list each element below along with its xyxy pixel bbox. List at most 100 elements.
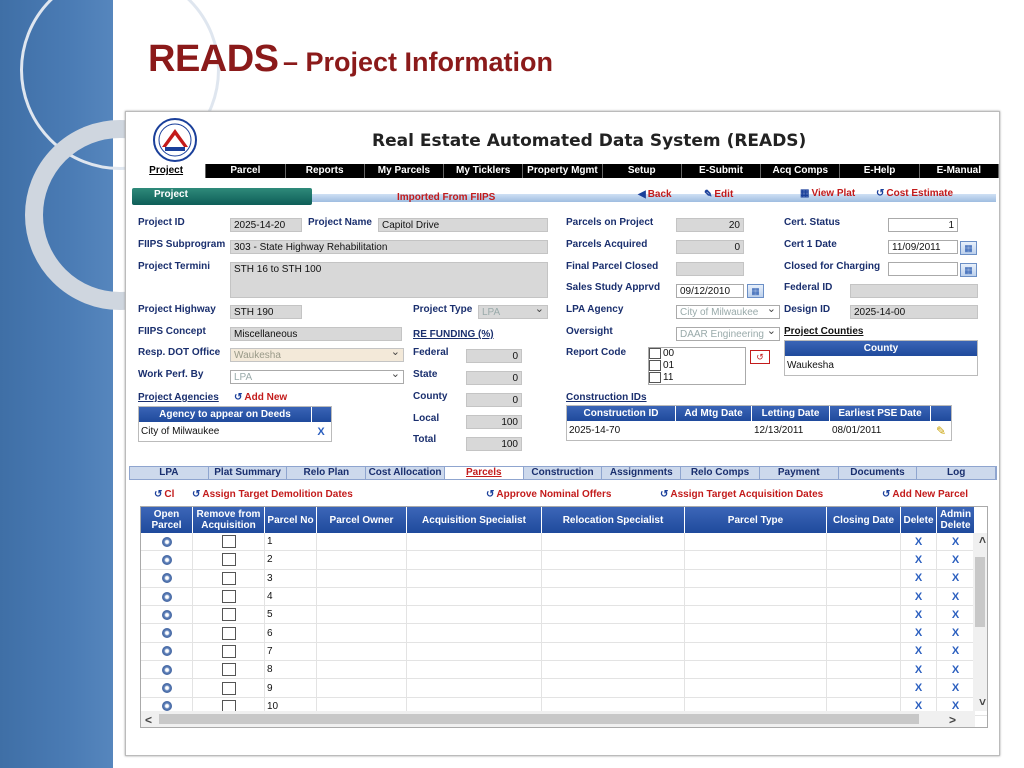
vertical-scrollbar[interactable] xyxy=(973,533,987,711)
horizontal-scroll-thumb[interactable] xyxy=(159,714,919,724)
approve-nominal-link[interactable]: ↺ Approve Nominal Offers xyxy=(486,489,611,500)
open-parcel-icon[interactable] xyxy=(161,554,172,565)
design-id-field[interactable]: 2025-14-00 xyxy=(850,305,978,319)
delete-icon[interactable]: X xyxy=(915,664,922,676)
nav-my-ticklers[interactable]: My Ticklers xyxy=(444,164,524,178)
sales-study-field[interactable]: 09/12/2010 xyxy=(676,284,744,298)
open-parcel-icon[interactable] xyxy=(161,683,172,694)
project-name-field[interactable]: Capitol Drive xyxy=(378,218,548,232)
grid-header-delete[interactable]: Delete xyxy=(901,507,937,533)
tab-lpa[interactable]: LPA xyxy=(130,467,209,479)
nav-my-parcels[interactable]: My Parcels xyxy=(365,164,445,178)
add-parcel-link[interactable]: ↺ Add New Parcel xyxy=(882,489,968,500)
nav-acq-comps[interactable]: Acq Comps xyxy=(761,164,841,178)
nav-e-help[interactable]: E-Help xyxy=(840,164,920,178)
federal-id-field[interactable] xyxy=(850,284,978,298)
tab-relo-comps[interactable]: Relo Comps xyxy=(681,467,760,479)
remove-from-acquisition-checkbox[interactable] xyxy=(221,590,236,604)
admin-delete-icon[interactable]: X xyxy=(952,554,959,566)
admin-delete-icon[interactable]: X xyxy=(952,536,959,548)
nav-e-manual[interactable]: E-Manual xyxy=(920,164,999,178)
open-parcel-icon[interactable] xyxy=(161,646,172,657)
admin-delete-icon[interactable]: X xyxy=(952,609,959,621)
remove-from-acquisition-checkbox[interactable] xyxy=(221,626,236,640)
report-code-refresh-icon[interactable]: ↺ xyxy=(750,350,770,364)
tab-payment[interactable]: Payment xyxy=(760,467,839,479)
scroll-right-icon[interactable]: > xyxy=(949,713,956,727)
tab-plat-summary[interactable]: Plat Summary xyxy=(209,467,288,479)
open-parcel-icon[interactable] xyxy=(161,701,172,712)
project-highway-field[interactable]: STH 190 xyxy=(230,305,302,319)
nav-parcel[interactable]: Parcel xyxy=(206,164,286,178)
grid-header-parcel-owner[interactable]: Parcel Owner xyxy=(317,507,407,533)
grid-header-relocation-specialist[interactable]: Relocation Specialist xyxy=(542,507,685,533)
cert1-date-field[interactable]: 11/09/2011 xyxy=(888,240,958,254)
project-id-field[interactable]: 2025-14-20 xyxy=(230,218,302,232)
tab-relo-plan[interactable]: Relo Plan xyxy=(287,467,367,479)
back-link[interactable]: ◀ Back xyxy=(638,189,672,200)
delete-icon[interactable]: X xyxy=(915,572,922,584)
tab-cost-allocation[interactable]: Cost Allocation xyxy=(366,467,445,479)
parcels-acquired-field[interactable]: 0 xyxy=(676,240,744,254)
assign-demolition-link[interactable]: ↺ Assign Target Demolition Dates xyxy=(192,489,353,500)
fiips-concept-field[interactable]: Miscellaneous xyxy=(230,327,402,341)
delete-agency-icon[interactable]: X xyxy=(317,426,324,438)
grid-header-acquisition-specialist[interactable]: Acquisition Specialist xyxy=(407,507,542,533)
ci-link[interactable]: ↺ Cl xyxy=(154,489,174,500)
open-parcel-icon[interactable] xyxy=(161,536,172,547)
oversight-select[interactable]: DAAR Engineering xyxy=(676,327,780,341)
remove-from-acquisition-checkbox[interactable] xyxy=(221,553,236,567)
remove-from-acquisition-checkbox[interactable] xyxy=(221,644,236,658)
grid-header-closing-date[interactable]: Closing Date xyxy=(827,507,901,533)
federal-funding-field[interactable]: 0 xyxy=(466,349,522,363)
nav-e-submit[interactable]: E-Submit xyxy=(682,164,762,178)
admin-delete-icon[interactable]: X xyxy=(952,682,959,694)
delete-icon[interactable]: X xyxy=(915,591,922,603)
remove-from-acquisition-checkbox[interactable] xyxy=(221,535,236,549)
project-section-tab[interactable]: Project xyxy=(132,188,312,205)
calendar-icon[interactable]: ▦ xyxy=(960,263,977,277)
scroll-down-icon[interactable]: ˅ xyxy=(979,695,986,709)
grid-header-parcel-type[interactable]: Parcel Type xyxy=(685,507,827,533)
assign-acquisition-link[interactable]: ↺ Assign Target Acquisition Dates xyxy=(660,489,823,500)
open-parcel-icon[interactable] xyxy=(161,628,172,639)
total-funding-field[interactable]: 100 xyxy=(466,437,522,451)
calendar-icon[interactable]: ▦ xyxy=(960,241,977,255)
nav-property-mgmt[interactable]: Property Mgmt xyxy=(523,164,603,178)
nav-project[interactable]: Project xyxy=(127,164,207,178)
closed-charging-field[interactable] xyxy=(888,262,958,276)
horizontal-scrollbar[interactable] xyxy=(141,711,975,727)
admin-delete-icon[interactable]: X xyxy=(952,572,959,584)
scroll-up-icon[interactable]: ˄ xyxy=(979,533,986,547)
scroll-left-icon[interactable]: < xyxy=(145,713,152,727)
remove-from-acquisition-checkbox[interactable] xyxy=(221,571,236,585)
admin-delete-icon[interactable]: X xyxy=(952,664,959,676)
delete-icon[interactable]: X xyxy=(915,536,922,548)
delete-icon[interactable]: X xyxy=(915,609,922,621)
calendar-icon[interactable]: ▦ xyxy=(747,284,764,298)
edit-link[interactable]: ✎ Edit xyxy=(704,189,733,200)
tab-documents[interactable]: Documents xyxy=(839,467,918,479)
remove-from-acquisition-checkbox[interactable] xyxy=(221,681,236,695)
open-parcel-icon[interactable] xyxy=(161,609,172,620)
admin-delete-icon[interactable]: X xyxy=(952,627,959,639)
tab-assignments[interactable]: Assignments xyxy=(602,467,682,479)
open-parcel-icon[interactable] xyxy=(161,573,172,584)
project-termini-field[interactable]: STH 16 to STH 100 xyxy=(230,262,548,298)
grid-header-remove-from-acquisition[interactable]: Remove from Acquisition xyxy=(193,507,265,533)
remove-from-acquisition-checkbox[interactable] xyxy=(221,663,236,677)
add-agency-link[interactable]: ↺ Add New xyxy=(234,392,287,403)
open-parcel-icon[interactable] xyxy=(161,591,172,602)
state-funding-field[interactable]: 0 xyxy=(466,371,522,385)
remove-from-acquisition-checkbox[interactable] xyxy=(221,608,236,622)
edit-construction-icon[interactable]: ✎ xyxy=(931,424,951,438)
admin-delete-icon[interactable]: X xyxy=(952,645,959,657)
vertical-scroll-thumb[interactable] xyxy=(975,557,985,627)
grid-header-admin-delete[interactable]: Admin Delete xyxy=(937,507,975,533)
delete-icon[interactable]: X xyxy=(915,682,922,694)
fiips-subprogram-field[interactable]: 303 - State Highway Rehabilitation xyxy=(230,240,548,254)
grid-header-open-parcel[interactable]: Open Parcel xyxy=(141,507,193,533)
cost-estimate-link[interactable]: ↺ Cost Estimate xyxy=(876,188,953,199)
cert-status-field[interactable]: 1 xyxy=(888,218,958,232)
view-plat-link[interactable]: ▦ View Plat xyxy=(800,188,855,199)
